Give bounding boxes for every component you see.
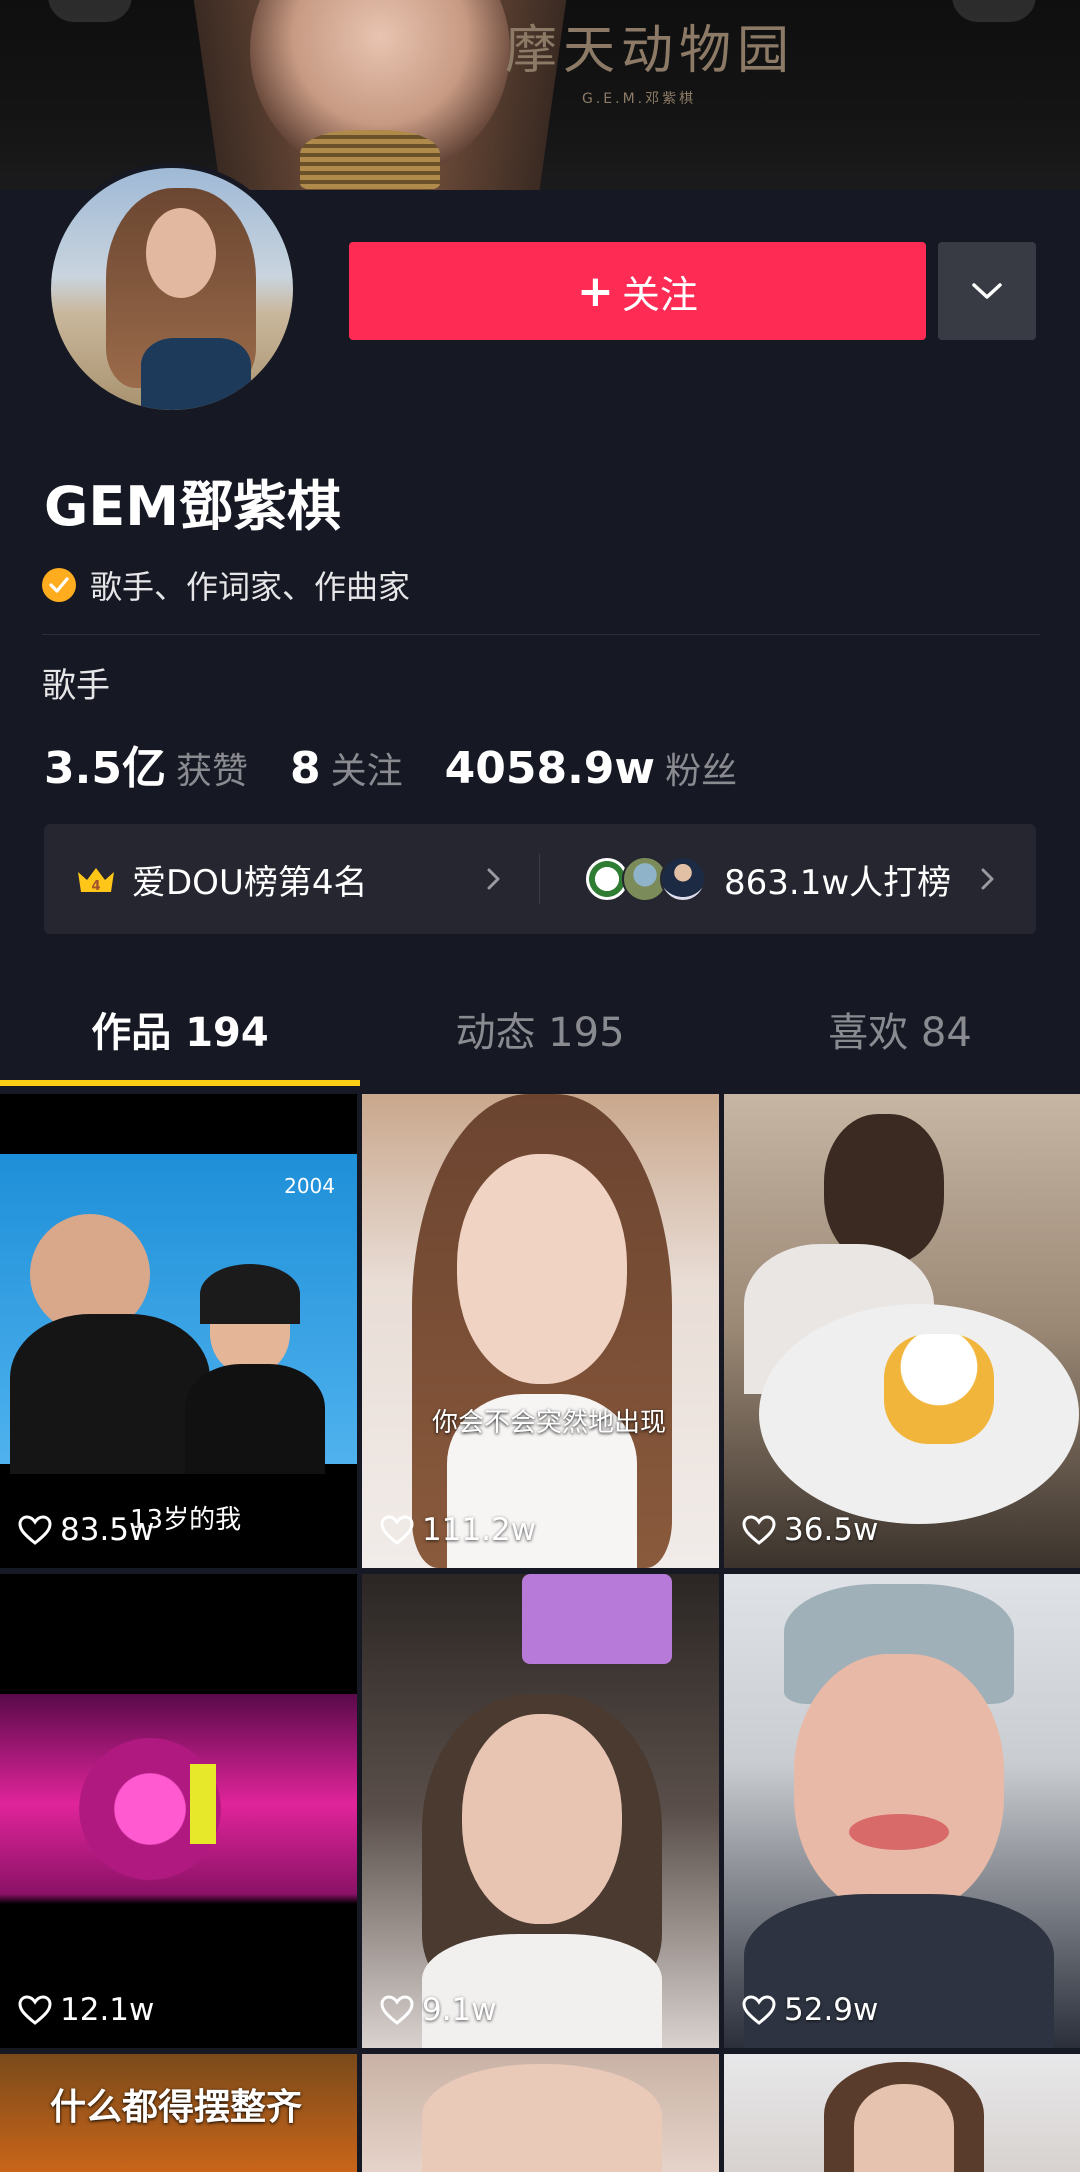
support-rank-link[interactable]: 863.1w人打榜 — [584, 824, 951, 934]
heart-icon — [18, 1995, 52, 2025]
chevron-right-icon — [981, 868, 994, 890]
tab-moments[interactable]: 动态 195 — [360, 970, 720, 1088]
crown-number: 4 — [91, 879, 100, 894]
plus-icon: + — [577, 265, 614, 317]
tab-likes[interactable]: 喜欢 84 — [720, 970, 1080, 1088]
heart-icon — [18, 1515, 52, 1545]
stat-value: 8 — [289, 743, 321, 794]
content-tabs: 作品 194 动态 195 喜欢 84 — [0, 970, 1080, 1088]
like-count-value: 12.1w — [60, 1992, 155, 2028]
avatar — [660, 856, 706, 902]
tab-works[interactable]: 作品 194 — [0, 970, 360, 1088]
tab-indicator — [0, 1080, 360, 1086]
rank-bar: 4 爱DOU榜第4名 863.1w人打榜 — [44, 824, 1036, 934]
video-thumbnail[interactable]: 你会不会突然地出现 111.2w — [362, 1094, 719, 1568]
chevron-down-icon — [972, 283, 1002, 299]
stat-value: 4058.9w — [444, 743, 656, 794]
like-count-value: 36.5w — [784, 1512, 879, 1548]
stat-following[interactable]: 8 关注 — [290, 742, 403, 794]
video-year-label: 2004 — [284, 1174, 335, 1198]
follow-label: 关注 — [621, 272, 698, 317]
video-thumbnail[interactable] — [724, 2054, 1080, 2172]
heart-icon — [380, 1515, 414, 1545]
chevron-right-icon — [487, 868, 500, 890]
like-count: 9.1w — [380, 1992, 497, 2028]
stat-likes: 3.5亿 获赞 — [44, 732, 248, 796]
crown-icon: 4 — [76, 864, 116, 894]
more-button[interactable] — [952, 0, 1036, 22]
back-button[interactable] — [48, 0, 132, 22]
heart-icon — [380, 1995, 414, 2025]
video-thumbnail[interactable]: 什么都得摆整齐 — [0, 2054, 357, 2172]
like-count: 52.9w — [742, 1992, 878, 2028]
verified-text: 歌手、作词家、作曲家 — [90, 568, 411, 606]
verification-row: 歌手、作词家、作曲家 — [42, 562, 410, 608]
like-count-value: 83.5w — [60, 1512, 155, 1548]
stat-label: 粉丝 — [665, 751, 738, 792]
heart-icon — [742, 1515, 776, 1545]
profile-stats: 3.5亿 获赞 8 关注 4058.9w 粉丝 — [44, 732, 779, 796]
profile-name: GEM鄧紫棋 — [44, 475, 341, 538]
supporter-avatars — [584, 856, 706, 902]
like-count-value: 52.9w — [784, 1992, 879, 2028]
video-caption: 你会不会突然地出现 — [432, 1408, 667, 1438]
idol-rank-link[interactable]: 4 爱DOU榜第4名 — [76, 824, 367, 934]
stat-label: 获赞 — [175, 751, 248, 792]
video-thumbnail[interactable] — [362, 2054, 719, 2172]
like-count-value: 9.1w — [422, 1992, 497, 2028]
rank-text: 爱DOU榜第4名 — [132, 862, 368, 903]
stat-followers[interactable]: 4058.9w 粉丝 — [445, 742, 737, 794]
divider — [42, 634, 1040, 635]
follow-button[interactable]: + 关注 — [349, 242, 926, 340]
like-count: 111.2w — [380, 1512, 536, 1548]
banner-title: 摩天动物园 — [505, 21, 796, 81]
profile-banner: 摩天动物园 G.E.M.邓紫棋 — [0, 0, 1080, 190]
avatar[interactable] — [46, 163, 298, 415]
heart-icon — [742, 1995, 776, 2025]
like-count: 36.5w — [742, 1512, 878, 1548]
video-thumbnail[interactable]: 36.5w — [724, 1094, 1080, 1568]
video-thumbnail[interactable]: 52.9w — [724, 1574, 1080, 2048]
like-count-value: 111.2w — [422, 1512, 537, 1548]
divider — [539, 854, 540, 904]
support-text: 863.1w人打榜 — [724, 862, 952, 903]
video-caption: 什么都得摆整齐 — [50, 2087, 303, 2128]
stat-label: 关注 — [330, 751, 403, 792]
like-count: 83.5w — [18, 1512, 154, 1548]
video-thumbnail[interactable]: 9.1w — [362, 1574, 719, 2048]
stat-value: 3.5亿 — [44, 743, 166, 794]
video-thumbnail[interactable]: 2004 13岁的我 83.5w — [0, 1094, 357, 1568]
recommend-dropdown-button[interactable] — [938, 242, 1036, 340]
video-thumbnail[interactable]: 12.1w — [0, 1574, 357, 2048]
bio: 歌手 — [42, 666, 110, 706]
banner-subtitle: G.E.M.邓紫棋 — [582, 91, 697, 107]
verified-icon — [42, 568, 76, 602]
like-count: 12.1w — [18, 1992, 154, 2028]
